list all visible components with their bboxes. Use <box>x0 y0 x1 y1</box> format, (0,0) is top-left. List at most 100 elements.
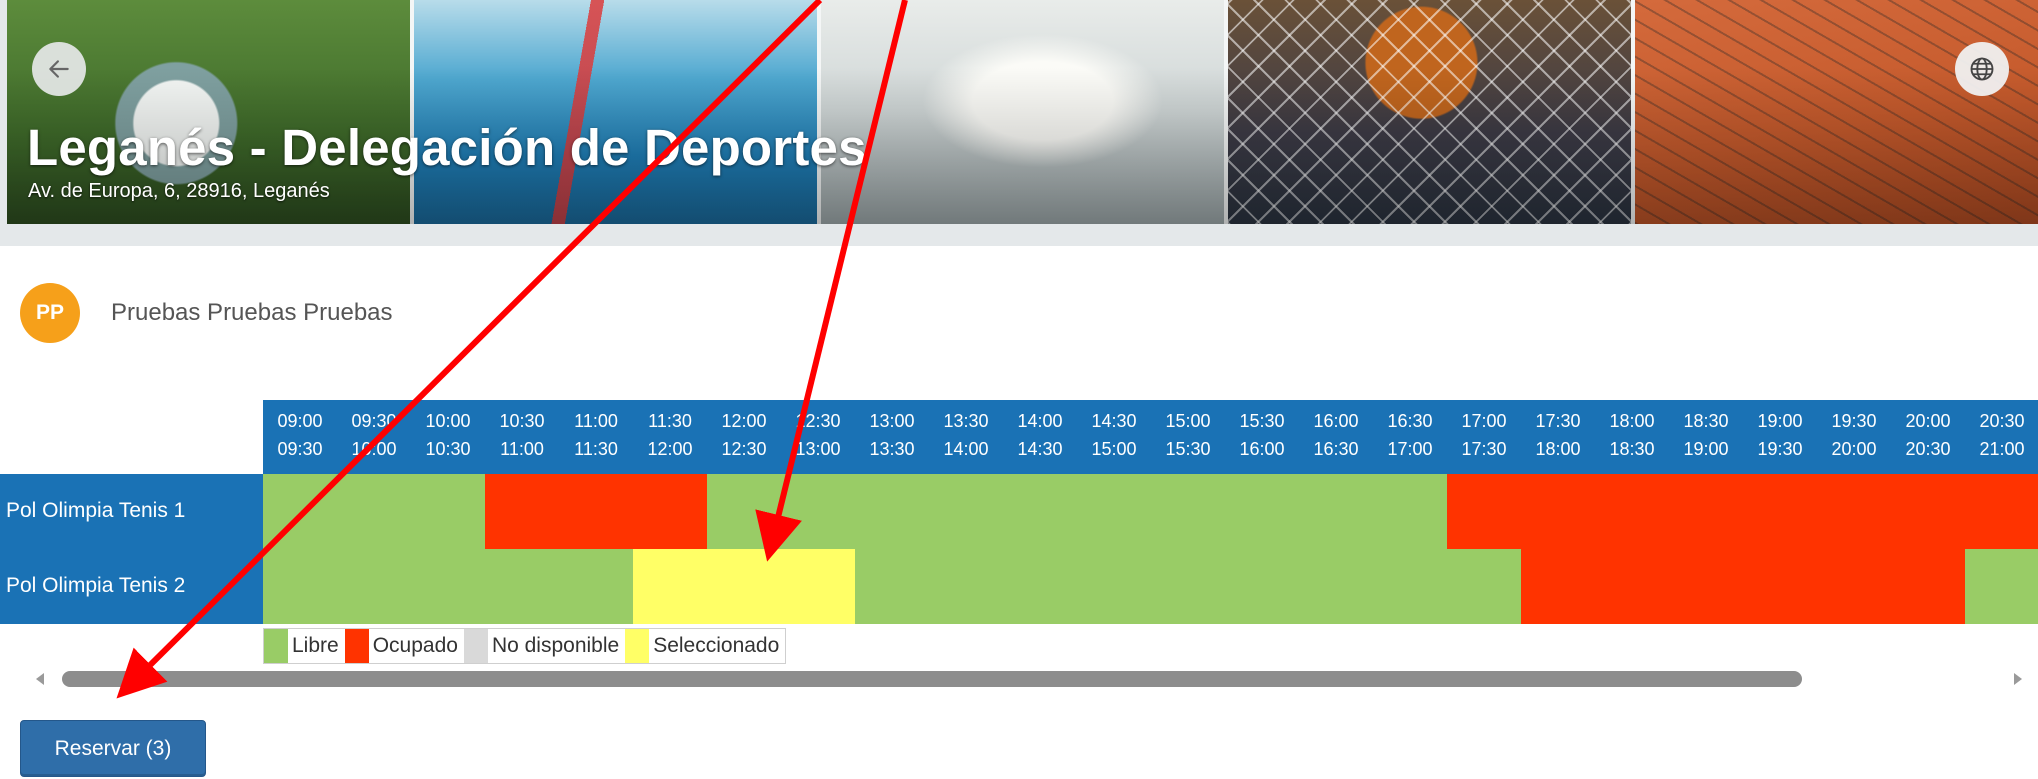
slot-start-label: 13:00 <box>869 411 915 431</box>
slot-start-label: 12:30 <box>795 411 841 431</box>
slot-cell-libre[interactable] <box>1299 474 1373 549</box>
slot-cell-libre[interactable] <box>855 549 929 624</box>
slot-cell-libre[interactable] <box>929 474 1003 549</box>
slot-end-label: 21:00 <box>1979 439 2025 459</box>
legend-item-seleccionado: Seleccionado <box>625 629 785 663</box>
slot-cell-ocupado <box>1521 474 1595 549</box>
slot-cell-libre[interactable] <box>929 549 1003 624</box>
slot-start-label: 17:30 <box>1535 411 1581 431</box>
slot-cell-libre[interactable] <box>1225 474 1299 549</box>
scroll-right-arrow-icon[interactable] <box>2014 673 2022 685</box>
slot-cell-libre[interactable] <box>1373 474 1447 549</box>
legend-swatch <box>264 629 288 663</box>
slot-end-label: 19:00 <box>1683 439 1729 459</box>
slot-end-label: 11:30 <box>574 439 618 459</box>
slot-end-label: 12:30 <box>721 439 767 459</box>
slot-cell-ocupado <box>1521 549 1595 624</box>
slot-cell-libre[interactable] <box>1151 474 1225 549</box>
venue-address: Av. de Europa, 6, 28916, Leganés <box>28 180 330 202</box>
slot-end-label: 15:00 <box>1091 439 1137 459</box>
slot-cell-ocupado <box>1669 474 1743 549</box>
slot-cell-ocupado <box>1447 474 1521 549</box>
slot-end-label: 17:30 <box>1461 439 1507 459</box>
legend-item-libre: Libre <box>264 629 345 663</box>
slot-cell-libre[interactable] <box>411 474 485 549</box>
slot-cell-libre[interactable] <box>263 474 337 549</box>
slot-end-label: 10:00 <box>351 439 397 459</box>
reserve-button[interactable]: Reservar (3) <box>20 720 206 777</box>
slot-cell-ocupado <box>1817 549 1891 624</box>
court-name: Pol Olimpia Tenis 1 <box>6 499 186 522</box>
slot-cell-ocupado <box>1595 549 1669 624</box>
slot-cell-libre[interactable] <box>485 549 559 624</box>
slot-end-label: 16:00 <box>1239 439 1285 459</box>
slot-start-label: 19:00 <box>1757 411 1803 431</box>
slot-cell-libre[interactable] <box>411 549 485 624</box>
slot-cell-libre[interactable] <box>1447 549 1521 624</box>
legend-label: Ocupado <box>372 634 458 657</box>
legend-label: No disponible <box>491 634 620 657</box>
slot-cell-ocupado <box>633 474 707 549</box>
slot-end-label: 12:00 <box>647 439 693 459</box>
legend-swatch <box>625 629 650 663</box>
slot-cell-seleccionado[interactable] <box>707 549 781 624</box>
arrow-left-icon <box>49 60 69 78</box>
slot-cell-ocupado <box>1743 549 1817 624</box>
slot-cell-libre[interactable] <box>1373 549 1447 624</box>
slot-start-label: 20:00 <box>1905 411 1951 431</box>
slot-start-label: 09:00 <box>277 411 323 431</box>
slot-start-label: 18:00 <box>1609 411 1655 431</box>
language-button[interactable] <box>1955 42 2009 96</box>
legend-swatch <box>344 629 369 663</box>
slot-cell-libre[interactable] <box>1965 549 2038 624</box>
slot-end-label: 16:30 <box>1313 439 1359 459</box>
slot-end-label: 09:30 <box>277 439 323 459</box>
scrollbar-thumb[interactable] <box>62 671 1802 687</box>
slot-start-label: 10:00 <box>425 411 471 431</box>
slot-cell-libre[interactable] <box>337 474 411 549</box>
slot-cell-libre[interactable] <box>855 474 929 549</box>
slot-cell-libre[interactable] <box>1077 474 1151 549</box>
slot-end-label: 20:00 <box>1831 439 1877 459</box>
slot-end-label: 15:30 <box>1165 439 1211 459</box>
slot-cell-libre[interactable] <box>1225 549 1299 624</box>
court-name: Pol Olimpia Tenis 2 <box>6 574 186 597</box>
legend-item-ocupado: Ocupado <box>344 629 464 663</box>
slot-cell-ocupado <box>1891 474 1965 549</box>
availability-grid <box>263 474 2038 624</box>
slot-cell-libre[interactable] <box>1003 474 1077 549</box>
slot-start-label: 15:30 <box>1239 411 1285 431</box>
slot-end-label: 14:00 <box>943 439 989 459</box>
slot-end-label: 10:30 <box>425 439 471 459</box>
slot-cell-libre[interactable] <box>559 549 633 624</box>
horizontal-scrollbar[interactable] <box>0 668 2038 690</box>
slot-cell-libre[interactable] <box>1299 549 1373 624</box>
slot-start-label: 16:30 <box>1387 411 1433 431</box>
scroll-left-arrow-icon[interactable] <box>36 673 44 685</box>
slot-cell-libre[interactable] <box>1151 549 1225 624</box>
slot-cell-libre[interactable] <box>337 549 411 624</box>
slot-end-label: 13:00 <box>795 439 841 459</box>
slot-cell-libre[interactable] <box>707 474 781 549</box>
slot-cell-libre[interactable] <box>1003 549 1077 624</box>
slot-end-label: 19:30 <box>1757 439 1803 459</box>
slot-start-label: 14:00 <box>1017 411 1063 431</box>
slot-cell-ocupado <box>1595 474 1669 549</box>
slot-end-label: 18:30 <box>1609 439 1655 459</box>
court-list: Pol Olimpia Tenis 1 Pol Olimpia Tenis 2 <box>0 474 263 624</box>
slot-start-label: 13:30 <box>943 411 989 431</box>
slot-cell-libre[interactable] <box>263 549 337 624</box>
slot-start-label: 12:00 <box>721 411 767 431</box>
slot-start-label: 18:30 <box>1683 411 1729 431</box>
page-title: Leganés - Delegación de Deportes <box>27 119 867 176</box>
header: Leganés - Delegación de Deportes Av. de … <box>0 0 2038 246</box>
slot-cell-libre[interactable] <box>1077 549 1151 624</box>
back-button[interactable] <box>32 42 86 96</box>
slot-start-label: 10:30 <box>499 411 545 431</box>
slot-cell-seleccionado[interactable] <box>633 549 707 624</box>
slot-cell-libre[interactable] <box>781 474 855 549</box>
legend: Libre Ocupado No disponible Seleccionado <box>263 628 787 664</box>
slot-cell-ocupado <box>1965 474 2038 549</box>
globe-icon <box>1970 57 1994 81</box>
slot-cell-seleccionado[interactable] <box>781 549 855 624</box>
